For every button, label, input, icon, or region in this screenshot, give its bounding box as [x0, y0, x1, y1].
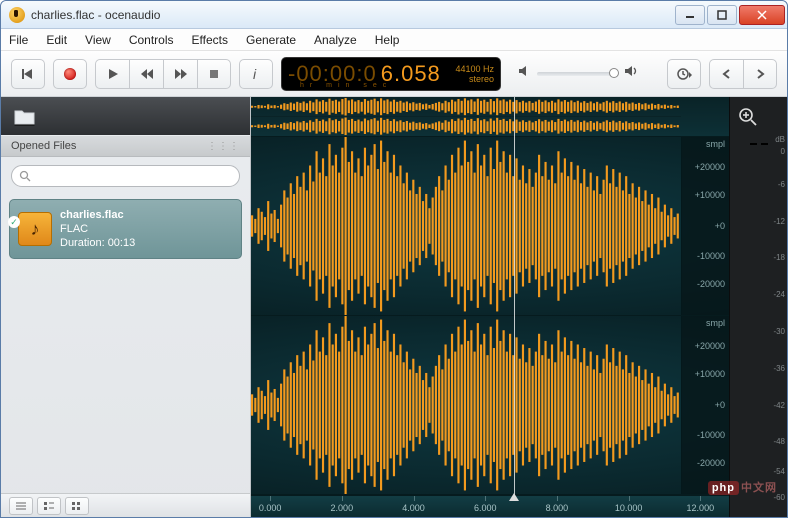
- window-title: charlies.flac - ocenaudio: [31, 8, 675, 22]
- amplitude-ruler-right: smpl +20000 +10000 +0 -10000 -20000: [681, 316, 729, 494]
- sidebar-grip-icon[interactable]: ⋮⋮⋮: [207, 141, 240, 152]
- volume-slider[interactable]: [537, 72, 617, 76]
- transport-group: [95, 59, 231, 89]
- sidebar-header: Opened Files ⋮⋮⋮: [1, 135, 250, 157]
- play-button[interactable]: [95, 59, 129, 89]
- nav-forward-button[interactable]: [743, 59, 777, 89]
- zoom-in-button[interactable]: [730, 97, 787, 137]
- file-format: FLAC: [60, 222, 135, 236]
- volume-control: [517, 64, 639, 83]
- waveform-stack: smpl +20000 +10000 +0 -10000 -20000 smpl: [251, 97, 729, 517]
- sample-rate: 44100 Hz: [455, 64, 494, 74]
- menu-help[interactable]: Help: [375, 33, 400, 47]
- menubar: File Edit View Controls Effects Generate…: [1, 29, 787, 51]
- menu-controls[interactable]: Controls: [129, 33, 174, 47]
- playhead[interactable]: [514, 97, 515, 495]
- volume-thumb[interactable]: [609, 68, 619, 78]
- toolbar: i -00:00:0 6.058 hr min sec 44100 Hz ste…: [1, 51, 787, 97]
- menu-file[interactable]: File: [9, 33, 28, 47]
- sidebar-top: [1, 97, 250, 135]
- menu-generate[interactable]: Generate: [246, 33, 296, 47]
- time-ruler[interactable]: 0.000 2.000 4.000 6.000 8.000 10.000 12.…: [251, 495, 729, 517]
- rewind-button[interactable]: [129, 59, 163, 89]
- time-units: hr min sec: [300, 82, 392, 89]
- menu-view[interactable]: View: [85, 33, 111, 47]
- file-duration: Duration: 00:13: [60, 236, 135, 250]
- maximize-button[interactable]: [707, 5, 737, 25]
- waveform-pane: smpl +20000 +10000 +0 -10000 -20000 smpl: [251, 97, 787, 517]
- record-icon: [64, 68, 76, 80]
- file-item[interactable]: ✓ ♪ charlies.flac FLAC Duration: 00:13: [9, 199, 242, 259]
- file-name: charlies.flac: [60, 208, 135, 222]
- file-meta: charlies.flac FLAC Duration: 00:13: [60, 208, 135, 250]
- db-label: dB: [775, 135, 785, 144]
- time-meta: 44100 Hz stereo: [455, 64, 494, 84]
- channel-left[interactable]: smpl +20000 +10000 +0 -10000 -20000: [251, 137, 729, 316]
- sidebar-title: Opened Files: [11, 140, 76, 152]
- search-icon: [19, 169, 31, 187]
- search-input[interactable]: [11, 165, 240, 187]
- channel-right[interactable]: smpl +20000 +10000 +0 -10000 -20000: [251, 316, 729, 495]
- meter-pane: dB 0 -6 -12 -18 -24 -30 -36 -42 -48 -54 …: [729, 97, 787, 517]
- sidebar: Opened Files ⋮⋮⋮ ✓ ♪ charlies.flac FLAC …: [1, 97, 251, 517]
- svg-text:i: i: [253, 67, 257, 81]
- menu-effects[interactable]: Effects: [192, 33, 228, 47]
- speaker-low-icon: [517, 64, 531, 83]
- fastforward-button[interactable]: [163, 59, 197, 89]
- overview-waveform[interactable]: [251, 97, 729, 137]
- minimize-button[interactable]: [675, 5, 705, 25]
- info-button[interactable]: i: [239, 59, 273, 89]
- view-list-button[interactable]: [9, 497, 33, 515]
- time-display[interactable]: -00:00:0 6.058 hr min sec 44100 Hz stere…: [281, 57, 501, 91]
- app-window: charlies.flac - ocenaudio File Edit View…: [0, 0, 788, 518]
- close-button[interactable]: [739, 5, 785, 25]
- menu-analyze[interactable]: Analyze: [314, 33, 357, 47]
- file-list: ✓ ♪ charlies.flac FLAC Duration: 00:13: [1, 195, 250, 493]
- goto-start-button[interactable]: [11, 59, 45, 89]
- record-button[interactable]: [53, 59, 87, 89]
- nav-back-button[interactable]: [709, 59, 743, 89]
- meter-scale: dB 0 -6 -12 -18 -24 -30 -36 -42 -48 -54 …: [767, 143, 785, 511]
- ruler-unit: smpl: [706, 318, 725, 328]
- channel-mode: stereo: [455, 74, 494, 84]
- main-area: Opened Files ⋮⋮⋮ ✓ ♪ charlies.flac FLAC …: [1, 97, 787, 517]
- view-grid-button[interactable]: [65, 497, 89, 515]
- check-icon: ✓: [8, 216, 20, 228]
- music-note-icon: ♪: [18, 212, 52, 246]
- sidebar-footer: [1, 493, 250, 517]
- ruler-unit: smpl: [706, 139, 725, 149]
- app-icon: [9, 7, 25, 23]
- folder-icon: [13, 106, 37, 126]
- nav-group: [709, 59, 777, 89]
- menu-edit[interactable]: Edit: [46, 33, 67, 47]
- speaker-high-icon: [623, 64, 639, 83]
- view-detail-button[interactable]: [37, 497, 61, 515]
- titlebar[interactable]: charlies.flac - ocenaudio: [1, 1, 787, 29]
- amplitude-ruler-left: smpl +20000 +10000 +0 -10000 -20000: [681, 137, 729, 315]
- history-button[interactable]: [667, 59, 701, 89]
- search-wrap: [1, 157, 250, 195]
- meter-left: [750, 143, 757, 145]
- stop-button[interactable]: [197, 59, 231, 89]
